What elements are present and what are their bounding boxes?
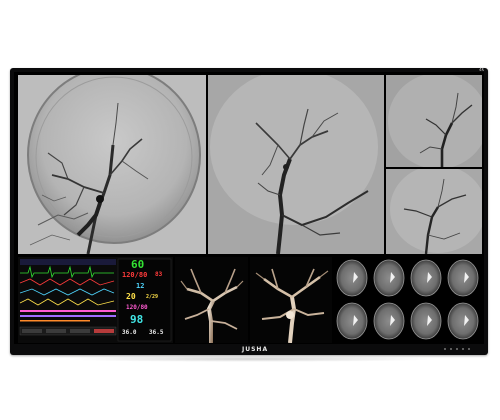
blood-pressure-value: 120/80 [122,271,148,279]
angiography-thumbnail-lower[interactable] [386,169,482,254]
nibp-value: 120/80 [126,304,148,311]
vascular-3d-image-left [175,257,248,343]
power-button[interactable] [468,348,470,350]
patient-monitor-panel: 60 120/80 83 12 20 2/29 120/80 98 36.0 3… [18,257,173,343]
monitor-button[interactable] [456,348,458,350]
angiography-thumbnail-upper[interactable] [386,75,482,167]
blood-pressure-mean-value: 83 [155,271,163,278]
angiography-lateral-image [208,75,384,254]
angiography-lateral-panel[interactable] [208,75,384,254]
brand-logo: JUSHA [242,346,269,353]
temperature-pair-small: 2/29 [146,294,159,300]
temperature-2-value: 36.5 [149,329,164,336]
angiography-thumbnail-upper-image [386,75,482,167]
monitor-shadow [60,356,440,362]
vascular-3d-render-right[interactable] [250,257,332,343]
monitor-button[interactable] [462,348,464,350]
mri-slice-grid [334,257,482,343]
vascular-3d-render-left[interactable] [175,257,248,343]
mri-slices-image [334,257,482,343]
vascular-3d-image-right [250,257,332,343]
temperature-1-value: 36.0 [122,329,137,336]
monitor-button[interactable] [450,348,452,350]
temperature-pair-value: 20 [126,292,136,301]
medical-display-monitor: 4K 60 120/80 83 12 20 2/29 120/80 98 36.… [10,67,488,355]
angiography-thumbnail-lower-image [386,169,482,254]
spo2-value: 98 [130,313,144,326]
monitor-button[interactable] [444,348,446,350]
respiration-rate-value: 12 [136,282,145,290]
screen: 60 120/80 83 12 20 2/29 120/80 98 36.0 3… [14,72,484,344]
heart-rate-value: 60 [131,258,145,271]
angiography-frontal-panel[interactable] [18,75,206,254]
angiography-frontal-image [18,75,206,254]
monitor-control-buttons [444,348,470,350]
